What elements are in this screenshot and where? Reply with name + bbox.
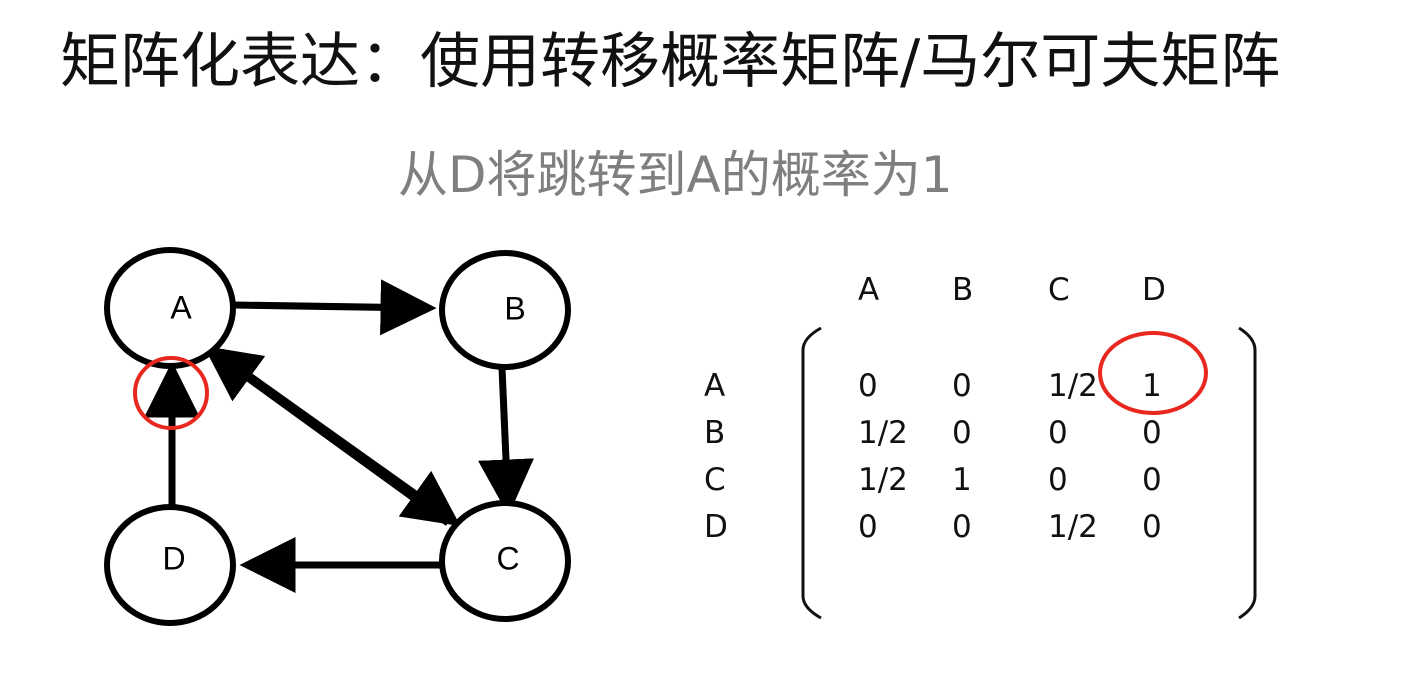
left-bracket — [801, 326, 822, 620]
row-header-b: B — [704, 415, 725, 451]
matrix-cell: 1/2 — [1048, 509, 1098, 545]
edge-a-to-b — [233, 279, 437, 336]
matrix-cell: 1/2 — [1048, 368, 1098, 404]
diagram-canvas: A B C D A B C D A B C D 0 0 1/2 1 1/2 0 … — [104, 247, 1257, 626]
matrix-col-headers: A B C D — [858, 272, 1166, 308]
matrix-cell: 0 — [1048, 462, 1068, 498]
row-header-c: C — [704, 462, 726, 498]
edge-c-to-a — [203, 345, 451, 526]
col-header-b: B — [952, 272, 973, 308]
row-header-d: D — [704, 509, 728, 545]
matrix-cell: 0 — [1142, 415, 1162, 451]
col-header-a: A — [858, 272, 879, 308]
matrix-cell: 1/2 — [858, 415, 908, 451]
col-header-c: C — [1048, 272, 1070, 308]
edge-b-to-c — [478, 367, 534, 516]
node-a-label: A — [170, 289, 192, 325]
node-c: C — [439, 500, 571, 622]
matrix-cell: 0 — [952, 415, 972, 451]
matrix-cell: 0 — [1048, 415, 1068, 451]
matrix-cell: 0 — [952, 368, 972, 404]
node-b-label: B — [504, 290, 525, 326]
matrix-cell: 0 — [1142, 509, 1162, 545]
node-a: A — [104, 247, 236, 369]
node-b: B — [439, 250, 571, 370]
matrix-cell: 0 — [1142, 462, 1162, 498]
matrix-cell: 0 — [858, 368, 878, 404]
matrix-row-headers: A B C D — [704, 368, 728, 545]
matrix-cells: 0 0 1/2 1 1/2 0 0 0 1/2 1 0 0 0 0 1/2 0 — [858, 368, 1162, 545]
right-bracket — [1238, 326, 1257, 620]
node-d-label: D — [162, 540, 185, 576]
matrix-cell: 1/2 — [858, 462, 908, 498]
row-header-a: A — [704, 368, 725, 404]
col-header-d: D — [1142, 272, 1166, 308]
node-c-label: C — [496, 540, 519, 576]
transition-matrix: A B C D A B C D 0 0 1/2 1 1/2 0 0 0 1/2 … — [704, 272, 1257, 620]
node-d: D — [104, 504, 236, 626]
matrix-cell: 0 — [858, 509, 878, 545]
matrix-cell: 1 — [952, 462, 972, 498]
matrix-cell: 0 — [952, 509, 972, 545]
matrix-cell: 1 — [1142, 368, 1162, 404]
